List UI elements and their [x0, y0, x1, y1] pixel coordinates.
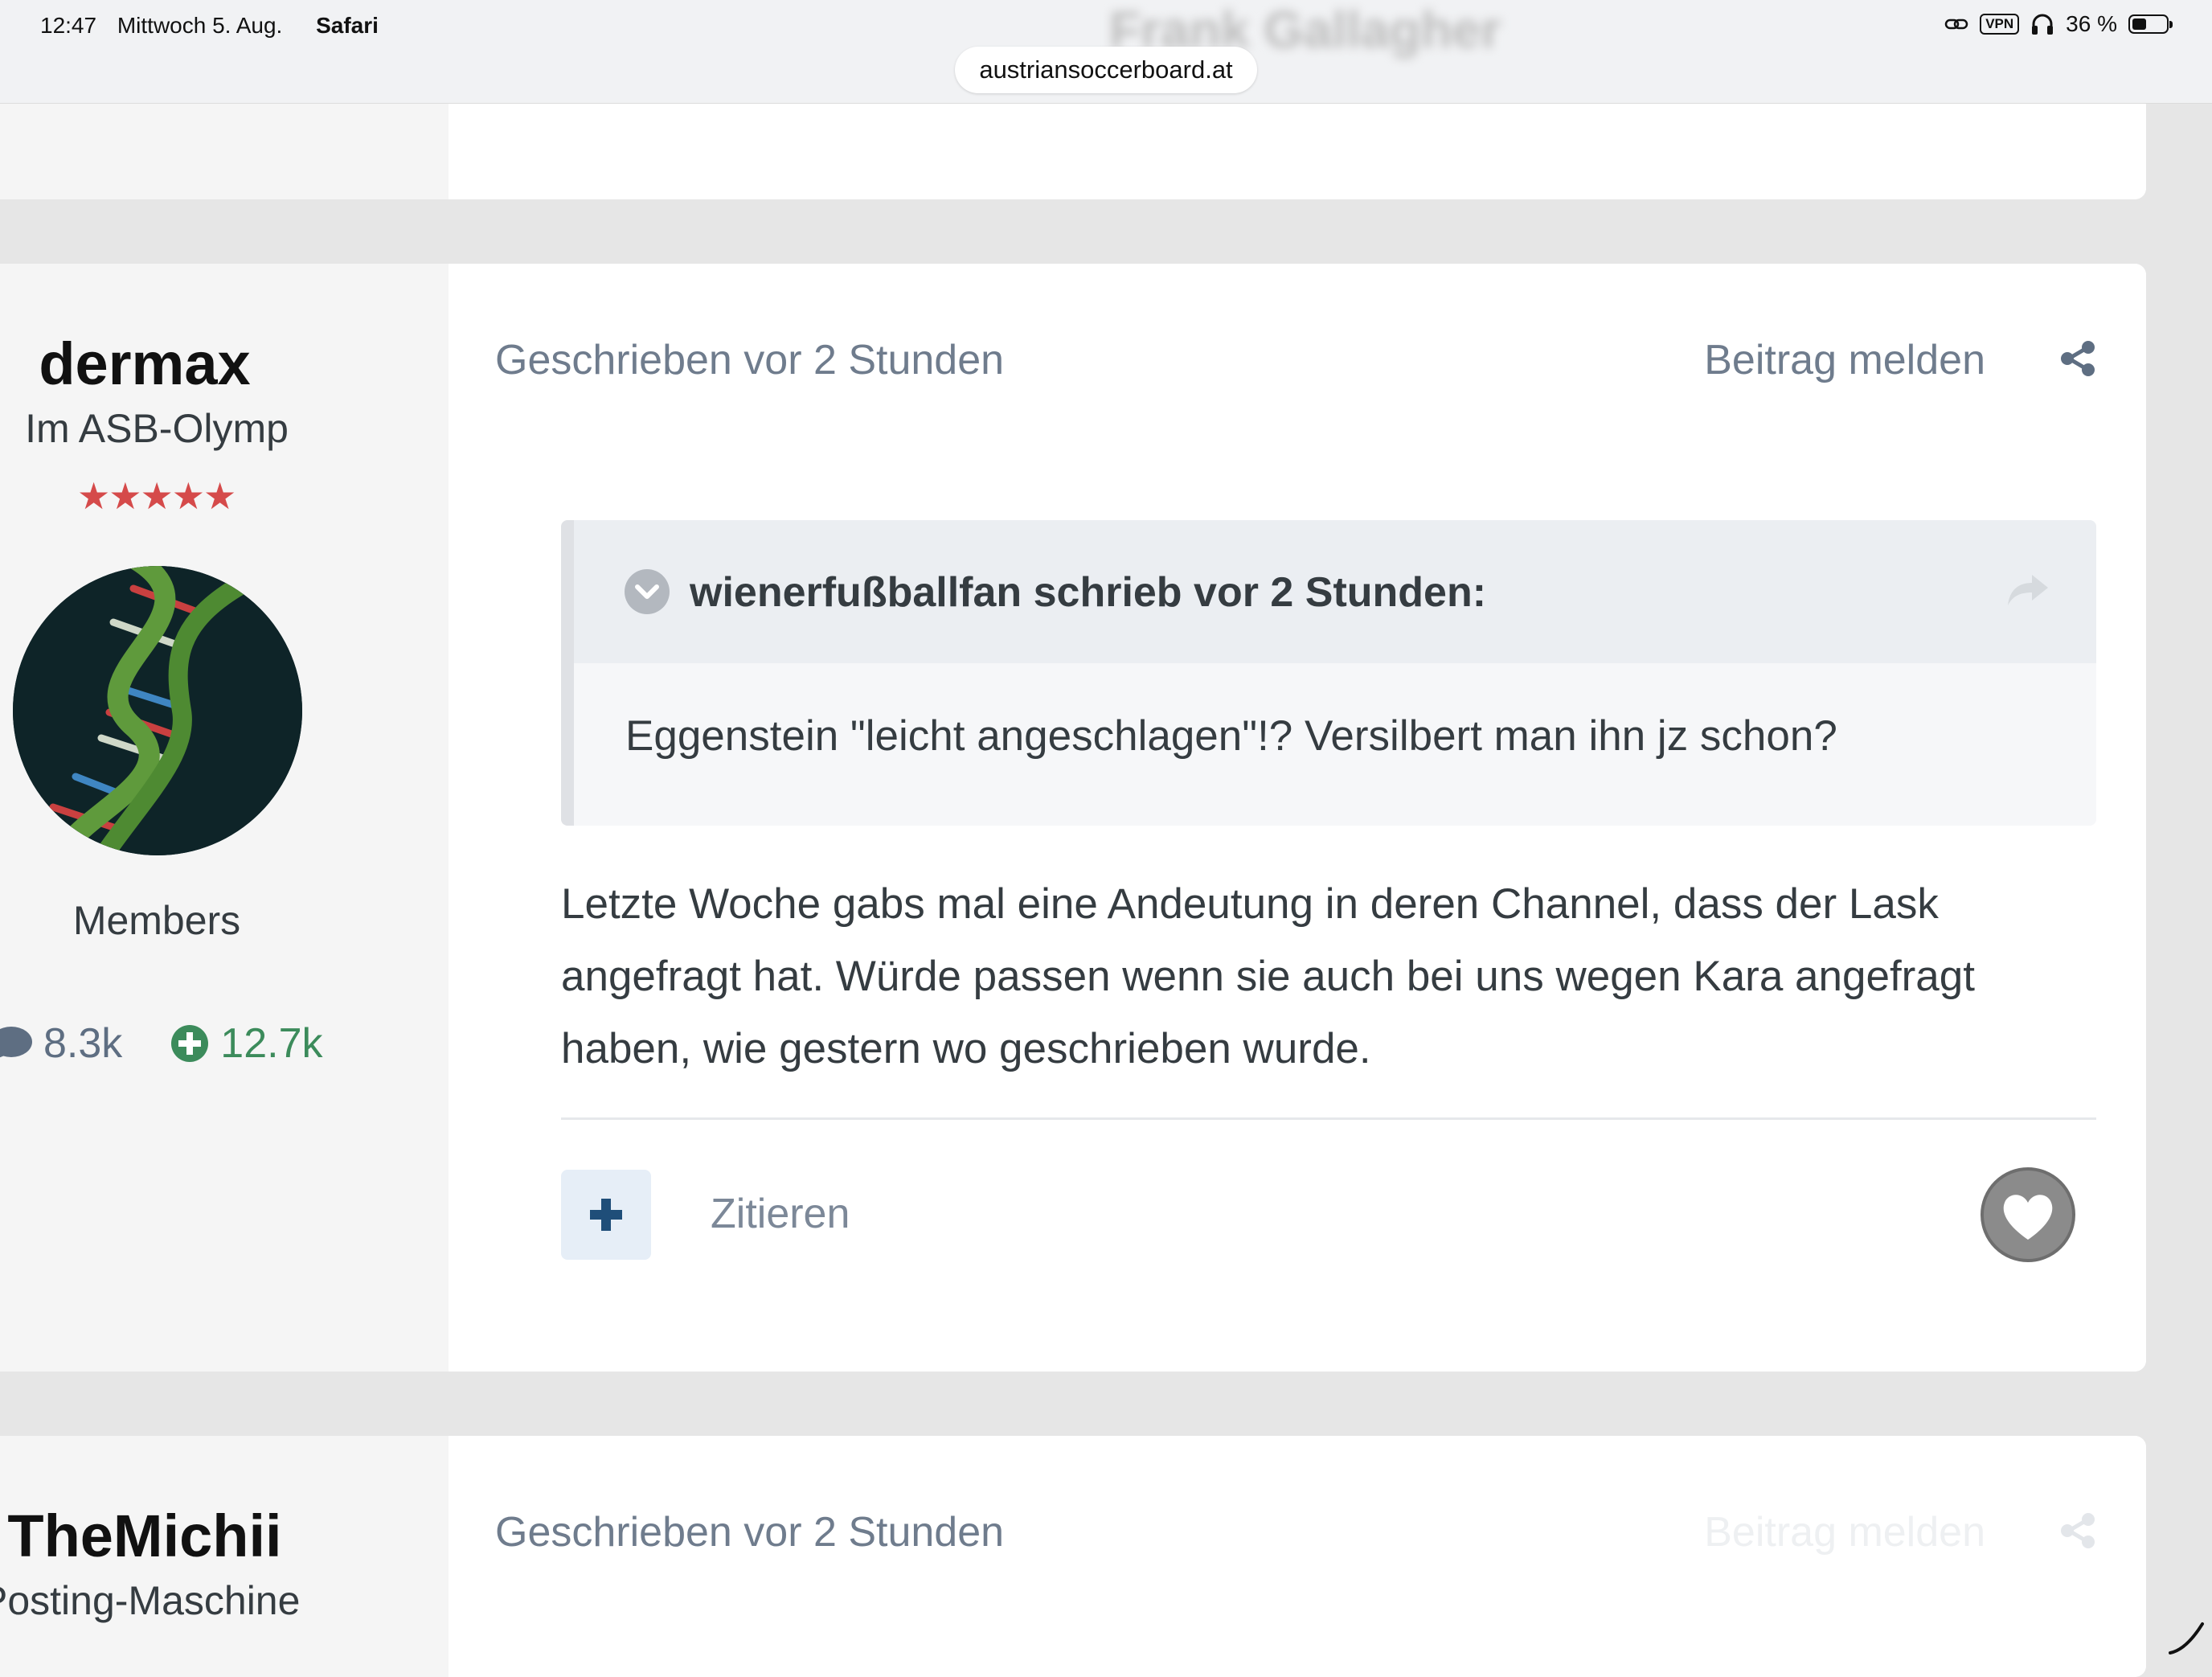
author-panel: TheMichii Posting-Maschine — [0, 1436, 449, 1677]
author-name[interactable]: dermax — [0, 330, 289, 398]
browser-top-bar: 12:47 Mittwoch 5. Aug. Safari Frank Gall… — [0, 0, 2212, 104]
status-bar-left: 12:47 Mittwoch 5. Aug. Safari — [40, 13, 393, 39]
post-body: Letzte Woche gabs mal eine Andeutung in … — [561, 868, 2112, 1085]
link-icon — [1944, 18, 1968, 30]
post-date[interactable]: Geschrieben vor 2 Stunden — [495, 1508, 1004, 1556]
author-stats: 8.3k 12.7k — [0, 1019, 323, 1068]
author-group: Members — [72, 898, 241, 943]
comment-icon — [0, 1027, 32, 1058]
quote-block: wienerfußballfan schrieb vor 2 Stunden: … — [561, 520, 2096, 826]
post-count[interactable]: 8.3k — [0, 1019, 122, 1068]
previous-post-card — [0, 95, 2146, 199]
plus-circle-icon — [171, 1025, 209, 1062]
author-rank: Posting-Maschine — [0, 1578, 301, 1623]
status-date: Mittwoch 5. Aug. — [117, 13, 283, 38]
post-date[interactable]: Geschrieben vor 2 Stunden — [495, 336, 1004, 384]
status-app-name: Safari — [316, 13, 379, 38]
post-card: TheMichii Posting-Maschine Geschrieben v… — [0, 1436, 2146, 1677]
dna-avatar-image — [13, 566, 302, 855]
status-bar-right: VPN 36 % — [1944, 11, 2173, 37]
address-bar[interactable]: austriansoccerboard.at — [955, 47, 1257, 93]
post-body-line: Letzte Woche gabs mal eine Andeutung in … — [561, 880, 1939, 928]
go-to-quoted-post-icon[interactable] — [2006, 572, 2050, 609]
vpn-badge: VPN — [1980, 14, 2020, 35]
resize-handle-icon[interactable] — [2165, 1618, 2207, 1656]
post-body-line: angefragt hat. Würde passen wenn sie auc… — [561, 953, 1975, 1000]
author-panel: dermax Im ASB-Olymp ★★★★★ Members 8.3k 1… — [0, 264, 449, 1372]
reaction-button[interactable] — [1981, 1167, 2075, 1262]
share-icon[interactable] — [2059, 340, 2096, 377]
report-post-link[interactable]: Beitrag melden — [1704, 1508, 1985, 1556]
author-name[interactable]: TheMichii — [0, 1502, 289, 1570]
rank-stars: ★★★★★ — [77, 475, 236, 517]
post-content: Geschrieben vor 2 Stunden Beitrag melden… — [449, 264, 2146, 1372]
heart-icon — [2003, 1195, 2053, 1240]
battery-percent: 36 % — [2066, 11, 2117, 36]
share-icon[interactable] — [2059, 1512, 2096, 1549]
reputation[interactable]: 12.7k — [170, 1019, 323, 1068]
avatar[interactable] — [13, 566, 302, 855]
post-content: Geschrieben vor 2 Stunden Beitrag melden — [449, 1436, 2146, 1677]
headphones-icon — [2032, 14, 2054, 35]
post-body-line: haben, wie gestern wo geschrieben wurde. — [561, 1025, 1371, 1072]
post-card: dermax Im ASB-Olymp ★★★★★ Members 8.3k 1… — [0, 264, 2146, 1372]
quote-header: wienerfußballfan schrieb vor 2 Stunden: — [574, 520, 2096, 663]
battery-icon — [2128, 14, 2173, 34]
quote-text: Eggenstein "leicht angeschlagen"!? Versi… — [625, 712, 1837, 760]
report-post-link[interactable]: Beitrag melden — [1704, 336, 1985, 384]
status-time: 12:47 — [40, 13, 97, 38]
chevron-down-icon[interactable] — [624, 568, 670, 615]
reputation-value: 12.7k — [220, 1020, 323, 1067]
quote-button[interactable]: Zitieren — [711, 1190, 850, 1238]
quote-citation[interactable]: wienerfußballfan schrieb vor 2 Stunden: — [690, 568, 1486, 617]
post-divider — [561, 1117, 2096, 1120]
author-rank: Im ASB-Olymp — [25, 406, 289, 451]
post-count-value: 8.3k — [43, 1020, 123, 1067]
multiquote-button[interactable] — [561, 1170, 651, 1260]
plus-icon — [590, 1199, 622, 1231]
